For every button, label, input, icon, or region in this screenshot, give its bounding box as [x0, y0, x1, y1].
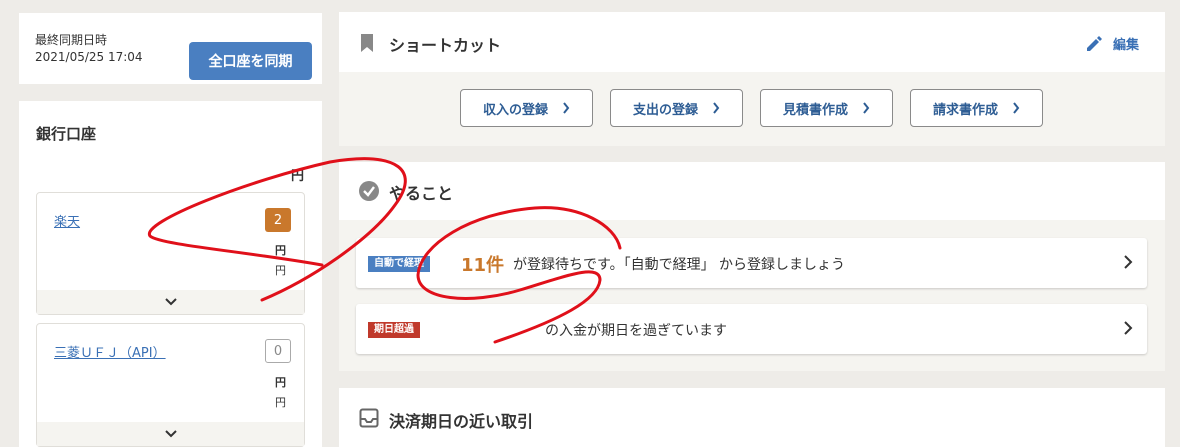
todo-item-text: の入金が期日を過ぎています — [545, 323, 727, 339]
bank-total-yen: 円 — [291, 169, 305, 184]
chevron-right-icon — [563, 102, 570, 114]
todo-item-text: が登録待ちです。「自動で経理」 から登録しましょう — [513, 257, 846, 273]
todo-item-overdue[interactable]: 期日超過 の入金が期日を過ぎています — [356, 304, 1147, 354]
shortcut-button-label: 請求書作成 — [932, 102, 998, 118]
pending-count: 11件 — [461, 255, 505, 276]
chevron-right-icon — [863, 102, 870, 114]
shortcut-button-label: 見積書作成 — [782, 102, 848, 118]
shortcut-button-label: 支出の登録 — [632, 102, 698, 118]
last-sync-datetime: 2021/05/25 17:04 — [35, 50, 143, 64]
upcoming-settlement-title: 決済期日の近い取引 — [389, 412, 534, 431]
bank-accounts-panel: 銀行口座 円 楽天 2 円 円 三菱ＵＦＪ（API） 0 円 円 — [19, 101, 322, 447]
todo-item-auto-accounting[interactable]: 自動で経理 11件 が登録待ちです。「自動で経理」 から登録しましょう — [356, 238, 1147, 288]
bank-account-card: 三菱ＵＦＪ（API） 0 円 円 — [36, 323, 305, 447]
auto-accounting-tag: 自動で経理 — [368, 256, 430, 272]
shortcut-expense-button[interactable]: 支出の登録 — [610, 89, 743, 127]
account-sub-yen: 円 — [275, 396, 286, 409]
upcoming-settlement-panel: 決済期日の近い取引 — [339, 388, 1165, 447]
last-sync-label: 最終同期日時 — [35, 33, 108, 47]
account-balance-yen: 円 — [275, 376, 286, 389]
edit-shortcuts-link[interactable]: 編集 — [1085, 34, 1139, 53]
pending-count-badge: 2 — [265, 208, 291, 232]
bank-account-link[interactable]: 楽天 — [54, 211, 80, 230]
account-sub-yen: 円 — [275, 264, 286, 277]
sync-all-accounts-button[interactable]: 全口座を同期 — [189, 42, 312, 80]
bookmark-icon — [361, 34, 373, 52]
shortcut-invoice-button[interactable]: 請求書作成 — [910, 89, 1043, 127]
shortcut-panel: ショートカット 編集 収入の登録 支出の登録 見積書作成 請求書作成 — [339, 12, 1165, 146]
check-circle-icon — [359, 181, 379, 201]
shortcut-title: ショートカット — [389, 36, 502, 55]
edit-label: 編集 — [1112, 38, 1139, 53]
bank-account-link[interactable]: 三菱ＵＦＪ（API） — [54, 342, 166, 361]
account-balance-yen: 円 — [275, 244, 286, 257]
sync-panel: 最終同期日時 2021/05/25 17:04 全口座を同期 — [19, 13, 322, 84]
pending-count-badge: 0 — [265, 339, 291, 363]
bank-account-card: 楽天 2 円 円 — [36, 192, 305, 315]
expand-account-toggle[interactable] — [37, 422, 304, 446]
chevron-right-icon — [713, 102, 720, 114]
shortcut-estimate-button[interactable]: 見積書作成 — [760, 89, 893, 127]
chevron-down-icon — [164, 430, 177, 438]
shortcut-button-label: 収入の登録 — [482, 102, 548, 118]
expand-account-toggle[interactable] — [37, 290, 304, 314]
bank-accounts-title: 銀行口座 — [36, 125, 97, 143]
chevron-down-icon — [164, 298, 177, 306]
chevron-right-icon — [1124, 255, 1133, 269]
chevron-right-icon — [1124, 321, 1133, 335]
inbox-icon — [359, 408, 379, 428]
shortcut-income-button[interactable]: 収入の登録 — [460, 89, 593, 127]
chevron-right-icon — [1013, 102, 1020, 114]
todo-title: やること — [389, 184, 454, 203]
todo-panel: やること 自動で経理 11件 が登録待ちです。「自動で経理」 から登録しましょう… — [339, 162, 1165, 371]
overdue-tag: 期日超過 — [368, 322, 420, 338]
pencil-icon — [1086, 35, 1102, 51]
